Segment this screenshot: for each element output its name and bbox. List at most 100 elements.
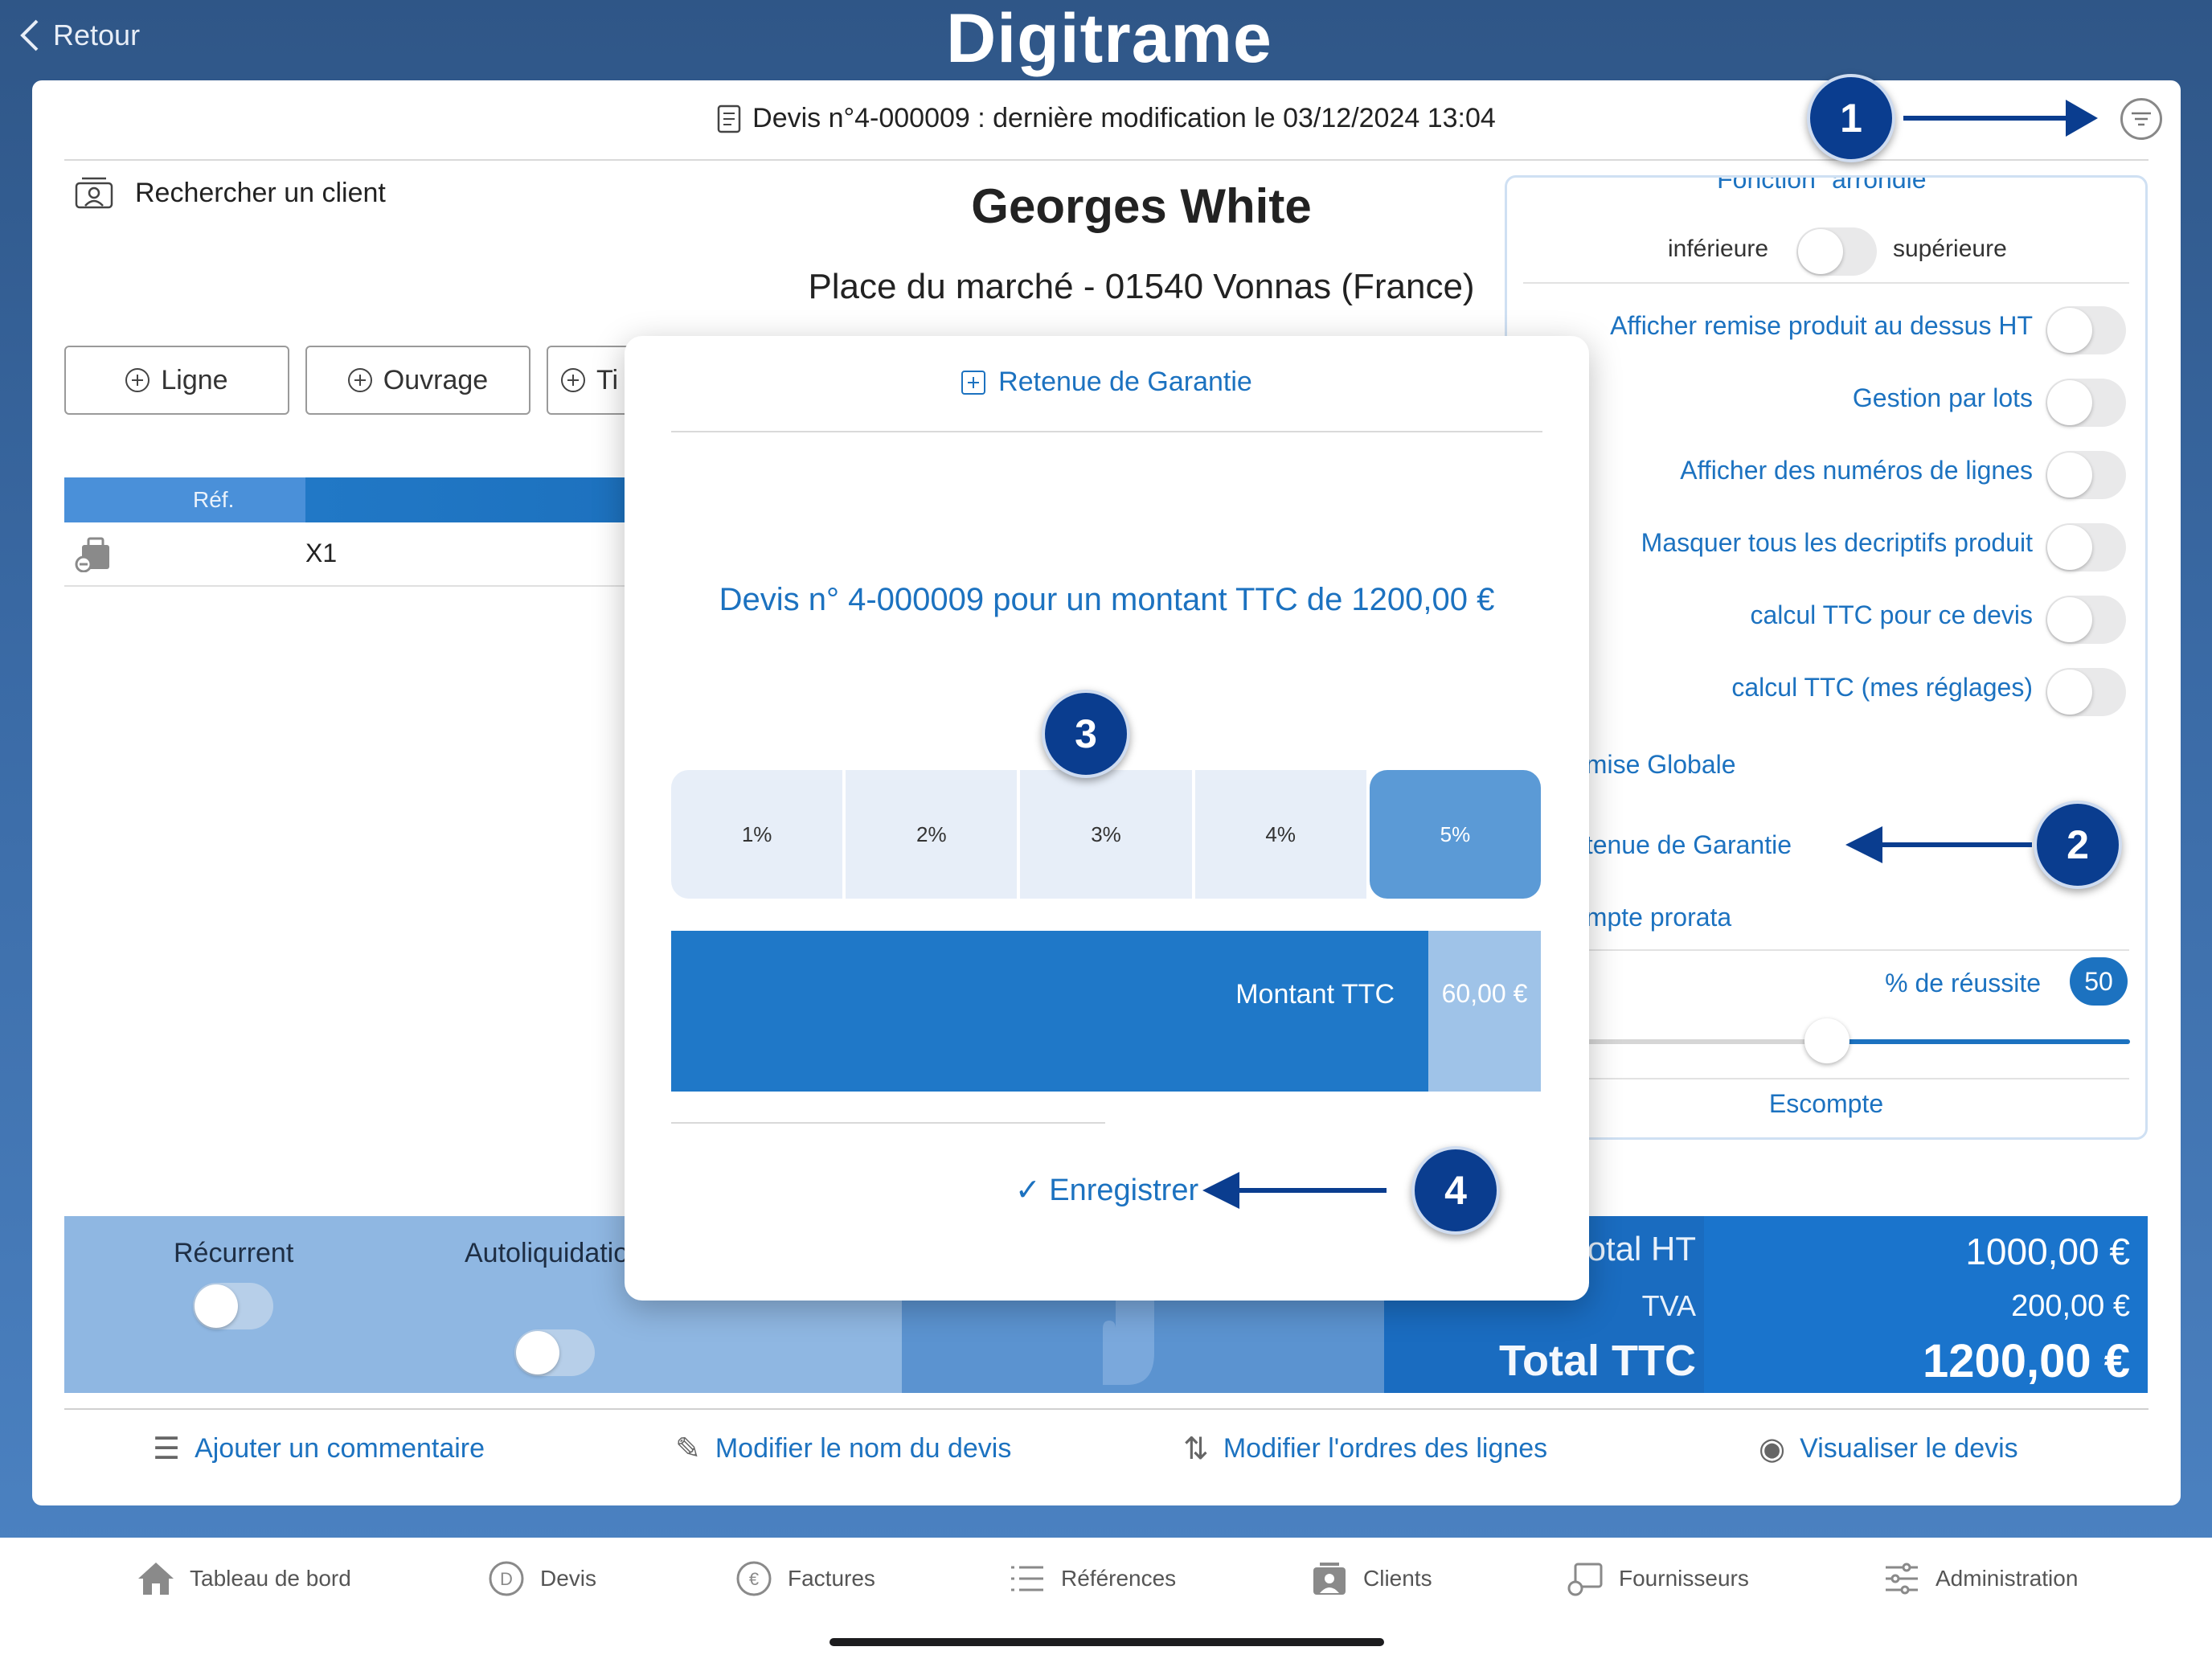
setting-label: calcul TTC (mes réglages) [1731,673,2033,702]
toggle-knob [2047,380,2092,425]
setting-label: Masquer tous les decriptifs produit [1641,528,2033,557]
percent-option-1[interactable]: 1% [671,770,843,899]
setting-label: Afficher remise produit au dessus HT [1610,311,2033,340]
setting-toggle[interactable] [2046,523,2126,571]
search-client-button[interactable]: Rechercher un client [74,175,386,211]
plus-square-icon [961,370,986,395]
setting-row-remise-ht[interactable]: Afficher remise produit au dessus HT [1507,295,2145,367]
tab-administration[interactable]: Administration [1882,1559,2078,1598]
autoliquidation-toggle[interactable] [514,1329,595,1376]
percent-option-4[interactable]: 4% [1194,770,1366,899]
arrow-4 [1238,1188,1387,1193]
percent-option-3[interactable]: 3% [1020,770,1192,899]
reorder-lines-button[interactable]: ⇅ Modifier l'ordres des lignes [1183,1431,1547,1467]
add-title-label: Ti [596,364,619,395]
add-comment-button[interactable]: ☰ Ajouter un commentaire [153,1431,485,1467]
tab-clients[interactable]: Clients [1310,1559,1432,1598]
percent-option-5[interactable]: 5% [1369,770,1542,899]
settings-panel: Fonction "arrondie" inférieure supérieur… [1505,175,2148,1140]
divider [64,1408,2149,1410]
document-title-text: Devis n°4-000009 : dernière modification… [752,103,1496,133]
setting-toggle[interactable] [2046,668,2126,716]
percent-option-2[interactable]: 2% [846,770,1018,899]
preview-quote-button[interactable]: ◉ Visualiser le devis [1759,1431,2018,1467]
svg-text:€: € [749,1569,759,1589]
comment-list-icon: ☰ [153,1432,181,1466]
setting-toggle[interactable] [2046,451,2126,499]
modal-title-text: Retenue de Garantie [998,367,1252,397]
plus-circle-icon [347,368,372,392]
setting-row-ttc-quote[interactable]: calcul TTC pour ce devis [1507,584,2145,657]
modal-description: Devis n° 4-000009 pour un montant TTC de… [719,582,1495,617]
list-icon [1011,1566,1043,1591]
menu-lines-icon [2132,112,2151,126]
toggle-knob [1798,229,1843,274]
setting-toggle[interactable] [2046,379,2126,427]
arrow-1 [1903,116,2080,121]
setting-row-ttc-settings[interactable]: calcul TTC (mes réglages) [1507,657,2145,729]
add-ouvrage-label: Ouvrage [383,364,489,395]
reussite-slider[interactable] [1523,1018,2130,1063]
modal-title: Retenue de Garantie [625,367,1589,398]
rounding-toggle[interactable] [1796,227,1877,276]
slider-fill [1826,1039,2130,1044]
chevron-left-icon [20,19,39,51]
toggle-knob [516,1331,559,1374]
options-menu-button[interactable] [2120,98,2162,140]
setting-row-line-numbers[interactable]: Afficher des numéros de lignes [1507,440,2145,512]
plus-circle-icon [561,368,585,392]
euro-icon: € [736,1561,772,1596]
retenue-garantie-item[interactable]: etenue de Garantie [1571,830,1792,860]
tva-value: 200,00 € [2011,1289,2130,1323]
amount-bar [671,931,1541,1092]
rounding-function-header: Fonction "arrondie" [1717,175,1936,194]
setting-row-lots[interactable]: Gestion par lots [1507,367,2145,440]
divider [1523,1078,2129,1079]
setting-label: Gestion par lots [1852,383,2033,412]
divider [671,1122,1105,1124]
autoliquidation-label: Autoliquidatio [465,1238,629,1268]
callout-2: 2 [2034,801,2122,889]
devis-icon: D [489,1561,524,1596]
tab-label: Devis [540,1566,597,1591]
home-indicator [830,1638,1384,1646]
arrow-head-right-icon [2066,100,2098,137]
tab-devis[interactable]: D Devis [487,1559,596,1598]
tab-references[interactable]: Références [1008,1559,1176,1598]
setting-toggle[interactable] [2046,596,2126,644]
clients-icon [1313,1563,1346,1595]
add-line-button[interactable]: Ligne [64,346,289,415]
toggle-knob [195,1284,238,1328]
tab-tableau-de-bord[interactable]: Tableau de bord [137,1559,351,1598]
recurrent-toggle[interactable] [193,1283,273,1329]
callout-1: 1 [1807,74,1895,162]
remise-globale-item[interactable]: emise Globale [1571,750,1736,780]
rounding-low-label: inférieure [1668,236,1769,262]
toggle-knob [2047,308,2092,353]
back-button[interactable]: Retour [18,18,140,53]
sort-arrows-icon: ⇅ [1183,1432,1209,1466]
product-box-icon [75,537,109,572]
back-label: Retour [53,18,141,51]
total-ttc-label: Total TTC [1499,1337,1696,1385]
tab-factures[interactable]: € Factures [735,1559,875,1598]
setting-row-hide-descriptions[interactable]: Masquer tous les decriptifs produit [1507,512,2145,584]
callout-3: 3 [1042,690,1130,778]
rename-quote-label: Modifier le nom du devis [715,1433,1012,1464]
amount-label: Montant TTC [1235,979,1395,1010]
escompte-item[interactable]: Escompte [1507,1089,2145,1119]
supplier-icon [1567,1563,1603,1596]
arrow-head-left-icon [1202,1172,1239,1209]
amount-value: 60,00 € [1441,979,1528,1008]
preview-quote-label: Visualiser le devis [1800,1433,2018,1464]
add-ouvrage-button[interactable]: Ouvrage [305,346,530,415]
tab-fournisseurs[interactable]: Fournisseurs [1566,1559,1749,1598]
plus-circle-icon [125,368,150,392]
tab-label: Fournisseurs [1619,1566,1749,1591]
compte-prorata-item[interactable]: ompte prorata [1571,903,1731,932]
slider-knob[interactable] [1804,1018,1849,1063]
toggle-knob [2047,453,2092,498]
divider [1523,282,2129,284]
rename-quote-button[interactable]: ✎ Modifier le nom du devis [675,1431,1011,1467]
setting-toggle[interactable] [2046,306,2126,354]
